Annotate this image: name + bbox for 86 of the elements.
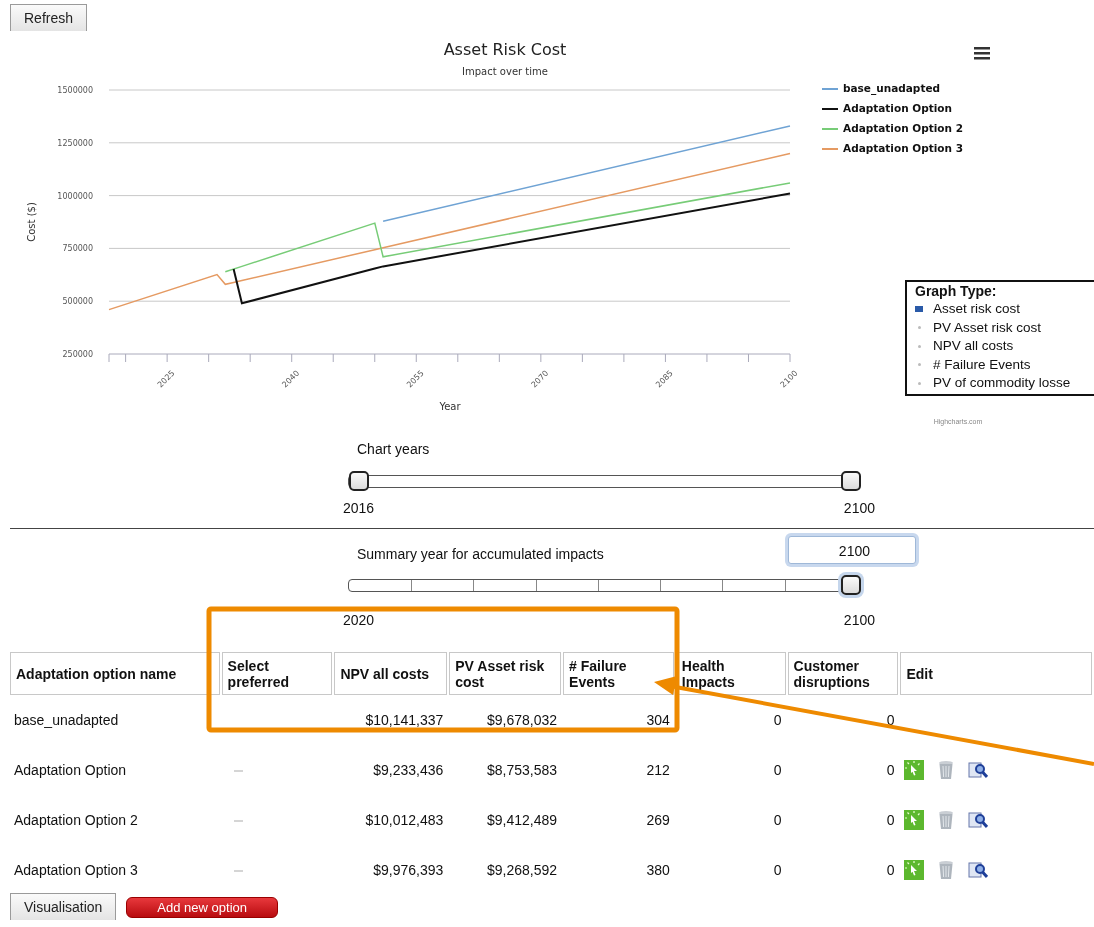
column-header[interactable]: Customer disruptions (787, 652, 899, 695)
table-cell-text: $8,753,583 (486, 761, 559, 780)
slider-handle[interactable] (841, 575, 861, 595)
axis-label: 1000000 (57, 191, 93, 201)
select-cursor-icon[interactable] (904, 810, 925, 830)
slider-min-label: 2016 (343, 500, 375, 516)
option-dot[interactable] (918, 344, 921, 348)
refresh-button[interactable]: Refresh (10, 4, 88, 31)
slider-handle[interactable] (841, 471, 861, 491)
table-cell-text: 212 (645, 761, 671, 780)
table-cell-text: 0 (885, 761, 896, 780)
axis-title: Cost ($) (26, 202, 37, 242)
legend-label: Adaptation Option 3 (843, 142, 964, 154)
option-dot[interactable] (918, 363, 921, 367)
menu-icon[interactable] (974, 47, 990, 60)
visualisation-tab[interactable]: Visualisation (10, 893, 117, 920)
table-cell-text: base_unadapted (13, 711, 120, 730)
table-cell-text: 0 (772, 861, 783, 880)
magnifier-icon[interactable] (968, 760, 989, 780)
legend-item[interactable]: Adaptation Option 3 (821, 142, 964, 154)
radio-button[interactable] (233, 870, 243, 873)
table-cell-text: 0 (885, 861, 896, 880)
select-cursor-icon[interactable] (904, 860, 925, 880)
value-tooltip: 2100 (788, 536, 916, 564)
legend-label: Adaptation Option (843, 102, 953, 114)
option-dot[interactable] (918, 381, 921, 385)
trash-icon[interactable] (938, 860, 955, 880)
radio-button[interactable] (233, 820, 243, 823)
table-cell-text: Adaptation Option 2 (13, 811, 139, 830)
table-cell-text: 0 (885, 811, 896, 830)
slider-max-label: 2100 (843, 612, 875, 628)
chart-subtitle: Impact over time (462, 66, 548, 77)
chart-title: Asset Risk Cost (443, 40, 567, 59)
legend-item[interactable]: base_unadapted (821, 82, 941, 94)
selected-icon[interactable] (915, 306, 923, 313)
axis-title: Year (439, 401, 461, 412)
table-cell-text: $9,678,032 (486, 711, 559, 730)
table-cell-text: 304 (645, 711, 671, 730)
table-cell-text: 269 (645, 811, 671, 830)
column-header[interactable]: PV Asset risk cost (449, 652, 562, 695)
legend-label: Adaptation Option 2 (843, 122, 964, 134)
radio-button[interactable] (233, 770, 243, 773)
option-dot[interactable] (918, 326, 921, 330)
column-header[interactable]: Select preferred (221, 652, 333, 695)
axis-label: 1500000 (57, 86, 93, 95)
table-cell-text: $10,141,337 (364, 711, 445, 730)
table-cell-text: 0 (885, 711, 896, 730)
slider-handle[interactable] (349, 471, 369, 491)
table-cell-text: Adaptation Option 3 (13, 861, 139, 880)
table-cell-text: $9,233,436 (372, 761, 445, 780)
option-label[interactable]: PV Asset risk cost (933, 318, 1042, 337)
slider-label: Chart years (357, 441, 430, 459)
slider-max-label: 2100 (843, 500, 875, 516)
table-cell-text: $9,412,489 (486, 811, 559, 830)
panel-title: Graph Type: (915, 283, 998, 300)
trash-icon[interactable] (938, 810, 955, 830)
legend-label: base_unadapted (843, 82, 941, 95)
legend-item[interactable]: Adaptation Option 2 (821, 122, 964, 134)
table-cell-text: 0 (772, 711, 783, 730)
column-header[interactable]: NPV all costs (334, 652, 448, 695)
table-cell-text: Adaptation Option (13, 761, 128, 780)
magnifier-icon[interactable] (968, 810, 989, 830)
axis-label: 500000 (62, 297, 93, 307)
magnifier-icon[interactable] (968, 860, 989, 880)
table-cell-text: 380 (645, 861, 671, 880)
axis-label: 250000 (62, 350, 93, 359)
table-cell-text: $9,268,592 (486, 861, 559, 880)
axis-label: 1250000 (57, 138, 93, 148)
add-button[interactable]: Add new option (126, 897, 278, 918)
column-header[interactable]: # Failure Events (563, 652, 674, 695)
option-label[interactable]: # Failure Events (933, 355, 1031, 374)
column-header[interactable]: Adaptation option name (10, 652, 220, 695)
slider-min-label: 2020 (343, 612, 375, 628)
axis-label: 750000 (62, 244, 93, 254)
legend-item[interactable]: Adaptation Option (821, 102, 953, 114)
trash-icon[interactable] (938, 760, 955, 780)
table-cell-text: 0 (772, 811, 783, 830)
select-cursor-icon[interactable] (904, 760, 925, 780)
column-header[interactable]: Edit (900, 652, 1092, 695)
table-cell-text: $10,012,483 (364, 811, 445, 830)
table-cell-text: $9,976,393 (372, 861, 445, 880)
option-label[interactable]: NPV all costs (933, 337, 1014, 356)
table-cell-text: 0 (772, 761, 783, 780)
option-label[interactable]: Asset risk cost (933, 300, 1021, 319)
slider-label: Summary year for accumulated impacts (357, 546, 604, 564)
option-label[interactable]: PV of commodity losse (933, 374, 1071, 393)
